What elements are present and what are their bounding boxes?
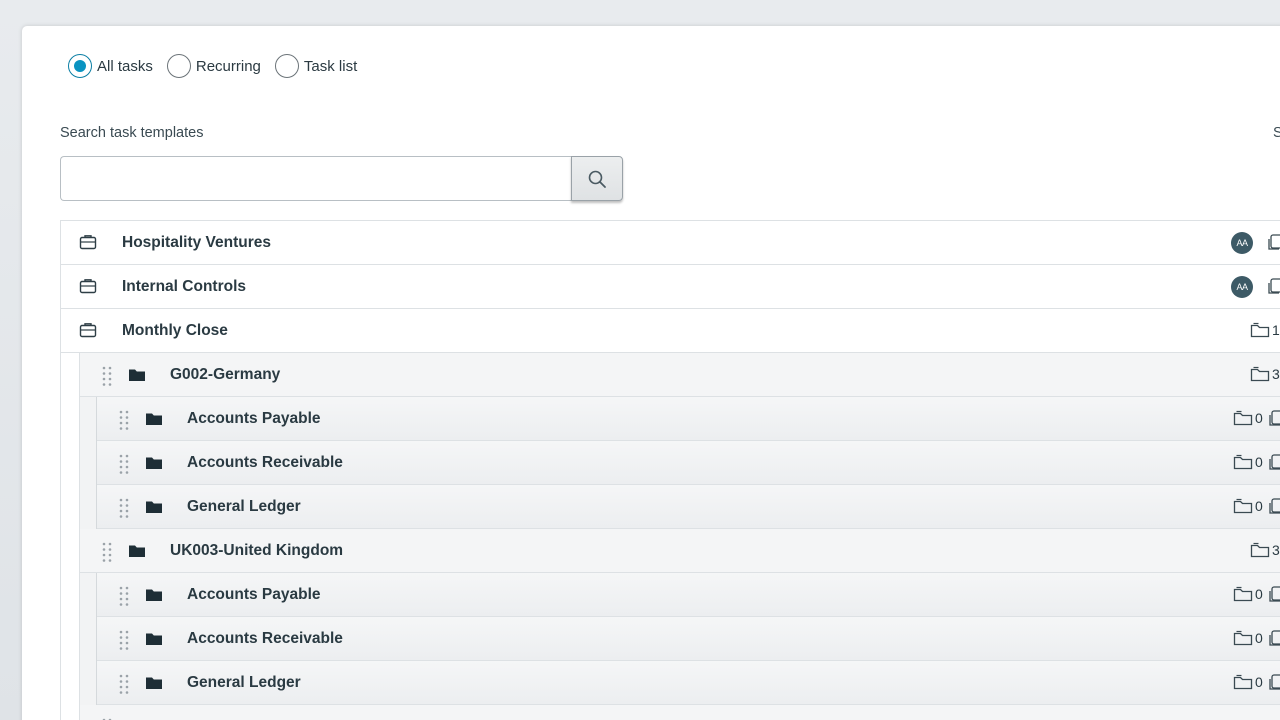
tree-row-hospitality-ventures[interactable]: Hospitality Ventures AA: [61, 221, 1280, 265]
search-label: Search task templates: [60, 125, 204, 141]
copy-icon[interactable]: [1268, 673, 1280, 691]
folder-outline-icon: [1233, 674, 1253, 690]
drag-handle-icon[interactable]: [102, 365, 112, 387]
radio-label: Recurring: [195, 57, 261, 75]
child-count: 0: [1255, 410, 1263, 426]
search-button[interactable]: [571, 156, 623, 201]
folder-outline-icon: [1250, 322, 1270, 338]
folder-icon: [146, 677, 162, 689]
right-label-cut: S: [1273, 125, 1280, 141]
child-count: 3: [1272, 366, 1280, 382]
folder-outline-icon: [1233, 454, 1253, 470]
radio-label: Task list: [303, 57, 358, 75]
copy-icon[interactable]: [1268, 629, 1280, 647]
briefcase-icon: [79, 323, 97, 338]
tree-row-g002-germany[interactable]: G002-Germany 3: [80, 353, 1280, 397]
child-count: 0: [1255, 454, 1263, 470]
radio-recurring[interactable]: Recurring: [166, 54, 261, 78]
tree-row-accounts-payable[interactable]: Accounts Payable 0: [97, 397, 1280, 441]
tree-row-label: Internal Controls: [122, 277, 247, 295]
tree-row-label: General Ledger: [187, 673, 301, 691]
folder-outline-icon: [1233, 410, 1253, 426]
drag-handle-icon[interactable]: [119, 585, 129, 607]
folder-outline-icon: [1250, 542, 1270, 558]
child-count: 0: [1255, 630, 1263, 646]
copy-icon[interactable]: [1268, 453, 1280, 471]
drag-handle-icon[interactable]: [119, 497, 129, 519]
folder-outline-icon: [1250, 366, 1270, 382]
tree-row-monthly-close[interactable]: Monthly Close 1: [61, 309, 1280, 353]
search-icon: [588, 170, 606, 188]
tree-row-accounts-receivable[interactable]: Accounts Receivable 0: [97, 617, 1280, 661]
folder-icon: [129, 545, 145, 557]
drag-handle-icon[interactable]: [119, 409, 129, 431]
tree-row-accounts-receivable[interactable]: Accounts Receivable 0: [97, 441, 1280, 485]
radio-task-list[interactable]: Task list: [274, 54, 358, 78]
drag-handle-icon[interactable]: [102, 541, 112, 563]
copy-icon[interactable]: [1267, 233, 1280, 251]
child-count: 1: [1272, 322, 1280, 338]
avatar: AA: [1231, 276, 1253, 298]
tree-row-label: G002-Germany: [170, 365, 281, 383]
tree-row-label: UK003-United Kingdom: [170, 541, 344, 559]
folder-icon: [146, 501, 162, 513]
tree-row-partial[interactable]: [80, 705, 1280, 720]
tree-row-label: Hospitality Ventures: [122, 233, 272, 251]
folder-outline-icon: [1233, 498, 1253, 514]
folder-icon: [146, 457, 162, 469]
folder-icon: [129, 369, 145, 381]
radio-circle[interactable]: [274, 54, 299, 78]
folder-outline-icon: [1233, 586, 1253, 602]
tree-row-general-ledger[interactable]: General Ledger 0: [97, 485, 1280, 529]
template-tree: Hospitality Ventures AA Internal Control…: [60, 220, 1280, 720]
tree-row-internal-controls[interactable]: Internal Controls AA: [61, 265, 1280, 309]
tree-row-label: Accounts Payable: [187, 585, 321, 603]
drag-handle-icon[interactable]: [119, 629, 129, 651]
copy-icon[interactable]: [1268, 497, 1280, 515]
avatar: AA: [1231, 232, 1253, 254]
radio-label: All tasks: [97, 57, 153, 75]
child-count: 0: [1255, 498, 1263, 514]
briefcase-icon: [79, 279, 97, 294]
tree-row-accounts-payable[interactable]: Accounts Payable 0: [97, 573, 1280, 617]
copy-icon[interactable]: [1268, 409, 1280, 427]
tree-row-general-ledger[interactable]: General Ledger 0: [97, 661, 1280, 705]
tree-row-label: Accounts Receivable: [187, 629, 343, 647]
tree-row-uk003-united-kingdom[interactable]: UK003-United Kingdom 3: [80, 529, 1280, 573]
tree-row-label: General Ledger: [187, 497, 301, 515]
radio-circle[interactable]: [68, 54, 92, 78]
tree-children-monthly-close: G002-Germany 3 Accounts Payable 0 Accoun…: [79, 353, 1280, 720]
folder-icon: [146, 413, 162, 425]
tree-children-g002-germany: Accounts Payable 0 Accounts Receivable 0: [96, 397, 1280, 529]
folder-icon: [146, 589, 162, 601]
tree-row-label: Accounts Receivable: [187, 453, 343, 471]
radio-selected-dot: [74, 60, 86, 72]
tree-row-label: Accounts Payable: [187, 409, 321, 427]
child-count: 0: [1255, 674, 1263, 690]
child-count: 0: [1255, 586, 1263, 602]
radio-circle[interactable]: [166, 54, 191, 78]
briefcase-icon: [79, 235, 97, 250]
drag-handle-icon[interactable]: [119, 453, 129, 475]
task-templates-panel: All tasks Recurring Task list Search tas…: [22, 26, 1280, 720]
copy-icon[interactable]: [1267, 277, 1280, 295]
folder-icon: [146, 633, 162, 645]
child-count: 3: [1272, 542, 1280, 558]
search-input[interactable]: [60, 156, 572, 201]
folder-outline-icon: [1233, 630, 1253, 646]
radio-all-tasks[interactable]: All tasks: [68, 54, 153, 78]
drag-handle-icon[interactable]: [119, 673, 129, 695]
tree-row-label: Monthly Close: [122, 321, 228, 339]
tree-children-uk003-united-kingdom: Accounts Payable 0 Accounts Receivable 0: [96, 573, 1280, 705]
task-filter-radio-group: All tasks Recurring Task list: [68, 54, 371, 78]
copy-icon[interactable]: [1268, 585, 1280, 603]
